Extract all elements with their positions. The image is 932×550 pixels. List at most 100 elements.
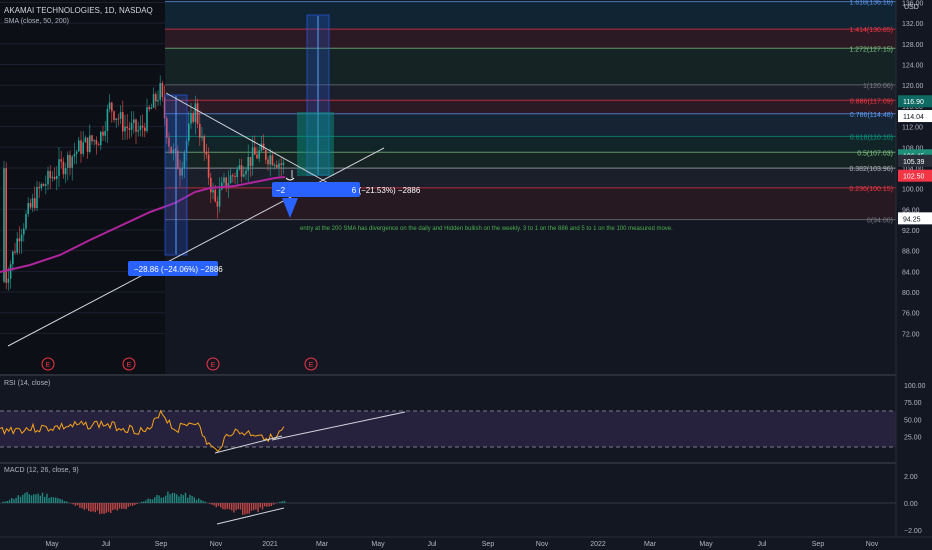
candle-body [146, 107, 148, 132]
price-tick: 76.00 [902, 311, 920, 318]
macd-bar [154, 497, 156, 503]
candle-body [73, 153, 76, 157]
macd-bar [26, 492, 28, 503]
macd-bar [48, 497, 50, 503]
time-label: Nov [866, 541, 879, 548]
strategy-note: entry at the 200 SMA has divergence on t… [300, 226, 673, 232]
candle-body [155, 94, 157, 102]
macd-bar [77, 503, 79, 506]
measure-label-1[interactable]: −28.86 (−24.06%) −2886 [128, 261, 223, 276]
candle-body [42, 184, 45, 186]
candle-body [258, 150, 260, 159]
candle-body [269, 155, 271, 165]
candle-body [133, 119, 135, 123]
candle-body [152, 94, 155, 108]
fib-zone [165, 48, 896, 85]
candle-body [232, 175, 234, 177]
candle-body [205, 151, 208, 155]
macd-bar [281, 501, 283, 503]
macd-bar [88, 503, 90, 512]
macd-bar [239, 503, 242, 510]
time-axis[interactable] [0, 537, 932, 550]
macd-bar [250, 503, 253, 511]
candle-body [31, 198, 34, 208]
candle-body [23, 228, 25, 235]
fib-labels: 1.618(136.16) 1.414(130.85) 1.272(127.15) 1… [849, 0, 893, 225]
candle-body [113, 111, 115, 121]
price-badge-text: 94.25 [903, 216, 921, 223]
macd-bar [39, 495, 41, 503]
candle-body [223, 177, 225, 183]
sma-legend[interactable]: SMA (close, 50, 200) [4, 18, 69, 25]
trading-chart[interactable]: 136.00132.00128.00124.00120.00116.00112.… [0, 0, 932, 550]
fib-level-label: 1(120.06) [863, 83, 893, 90]
macd-bar [63, 501, 66, 503]
macd-bar [261, 503, 264, 510]
candle-body [82, 142, 84, 154]
candle-body [282, 162, 285, 165]
macd-bar [114, 503, 116, 510]
macd-bar [272, 503, 275, 505]
macd-bar [235, 503, 237, 511]
candle-body [84, 137, 87, 143]
fib-level-label: 0.786(114.48) [850, 112, 893, 119]
macd-bar [41, 492, 44, 503]
candle-body [64, 168, 67, 175]
macd-bar [132, 503, 134, 506]
macd-bar [85, 503, 88, 509]
macd-trendline[interactable] [216, 507, 285, 525]
candle-body [139, 125, 142, 130]
macd-bar [158, 495, 160, 503]
macd-bar [28, 494, 30, 503]
macd-legend[interactable]: MACD (12, 26, close, 9) [4, 467, 79, 474]
currency-label: USD [904, 4, 919, 11]
candle-body [190, 113, 192, 124]
macd-bar [184, 492, 187, 503]
fib-level-label: 0.382(103.96) [849, 166, 893, 173]
candle-body [214, 189, 216, 202]
macd-bar [275, 503, 277, 504]
macd-tick: 0.00 [904, 501, 918, 508]
candle-body [49, 170, 51, 179]
fib-level-label: 1.414(130.85) [849, 27, 893, 34]
macd-bar [17, 495, 19, 503]
candle-body [141, 125, 144, 128]
macd-bar [6, 501, 8, 503]
macd-bar [8, 500, 11, 503]
time-label: 2022 [590, 541, 606, 548]
symbol-title[interactable]: AKAMAI TECHNOLOGIES, 1D, NASDAQ [4, 6, 153, 15]
candle-body [148, 107, 150, 110]
candle-body [71, 156, 73, 168]
price-badge-text: 102.50 [903, 174, 925, 181]
macd-bar [215, 503, 217, 508]
macd-bar [189, 494, 191, 503]
macd-bar [11, 497, 13, 503]
target-zone[interactable] [297, 112, 334, 176]
macd-tick: −2.00 [904, 528, 922, 535]
macd-bar [149, 499, 151, 503]
candle-body [106, 109, 109, 131]
macd-bar [136, 503, 138, 504]
candle-body [58, 159, 60, 176]
rsi-legend[interactable]: RSI (14, close) [4, 380, 50, 387]
macd-bar [140, 501, 143, 503]
rsi-tick: 25.00 [904, 434, 922, 441]
candle-body [254, 147, 256, 155]
candle-body [240, 165, 243, 177]
macd-bar [244, 503, 246, 515]
candle-body [210, 177, 212, 193]
macd-bar [233, 503, 235, 513]
history-shade [0, 0, 165, 374]
candle-body [229, 175, 232, 184]
time-label: Sep [812, 541, 825, 548]
macd-bar [191, 495, 193, 503]
candle-body [150, 107, 153, 110]
macd-bar [156, 494, 158, 503]
macd-bar [50, 497, 52, 503]
macd-bar [24, 493, 26, 503]
macd-bar [143, 501, 145, 503]
price-tick: 80.00 [902, 290, 920, 297]
macd-bar [180, 494, 182, 503]
candle-body [238, 165, 241, 170]
candle-body [194, 103, 197, 122]
